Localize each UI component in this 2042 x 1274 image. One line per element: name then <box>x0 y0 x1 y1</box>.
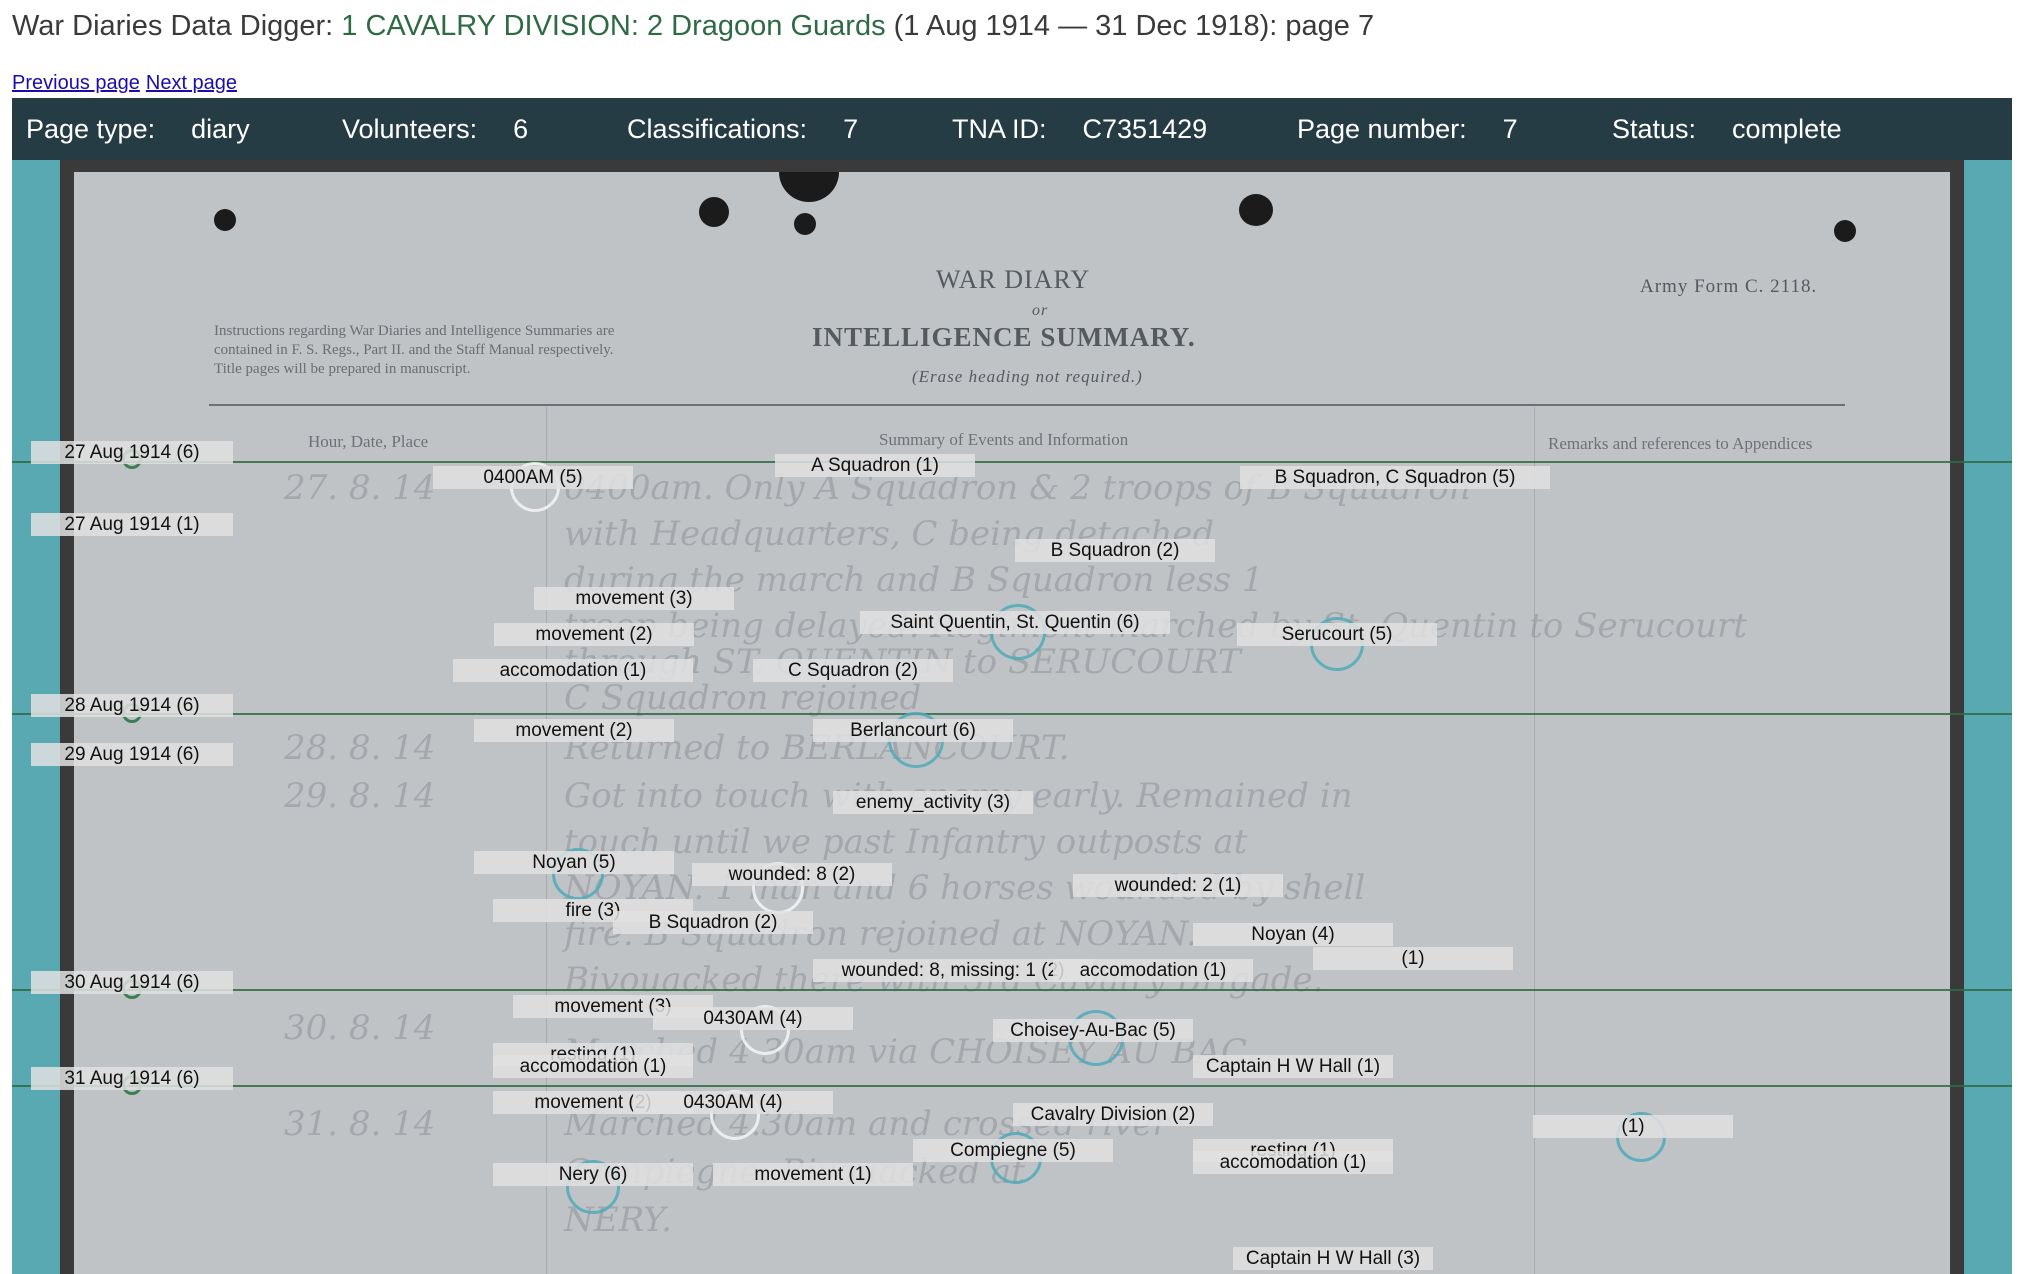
annotation-tag[interactable]: Berlancourt (6) <box>813 719 1013 742</box>
classifications-value: 7 <box>843 114 859 144</box>
annotation-tag[interactable]: wounded: 2 (1) <box>1073 874 1283 897</box>
annotation-tag[interactable]: C Squadron (2) <box>753 659 953 682</box>
title-unit: 1 CAVALRY DIVISION: 2 Dragoon Guards <box>341 10 886 42</box>
column-header-hour: Hour, Date, Place <box>308 432 429 451</box>
annotation-tag[interactable]: Serucourt (5) <box>1237 623 1437 646</box>
date-tag[interactable]: 29 Aug 1914 (6) <box>31 743 233 766</box>
annotation-tag[interactable]: Captain H W Hall (1) <box>1193 1055 1393 1078</box>
handwritten-line: 28. 8. 14 <box>284 728 436 768</box>
status-label: Status: <box>1612 114 1697 144</box>
annotation-tag[interactable]: B Squadron (2) <box>613 911 813 934</box>
volunteers-label: Volunteers: <box>342 114 478 144</box>
date-tag[interactable]: 27 Aug 1914 (6) <box>31 441 233 464</box>
annotation-tag[interactable]: 0430AM (4) <box>653 1007 853 1030</box>
volunteers-value: 6 <box>513 114 529 144</box>
page-number-label: Page number: <box>1297 114 1467 144</box>
annotation-tag[interactable]: Cavalry Division (2) <box>1013 1103 1213 1126</box>
annotation-tag[interactable]: Noyan (4) <box>1193 923 1393 946</box>
handwritten-line: 31. 8. 14 <box>284 1104 436 1144</box>
date-tag[interactable]: 27 Aug 1914 (1) <box>31 513 233 536</box>
tna-id-value: C7351429 <box>1082 114 1208 144</box>
annotation-tag[interactable]: movement (2) <box>494 623 694 646</box>
annotation-tag[interactable]: B Squadron (2) <box>1015 539 1215 562</box>
classifications-info: Classifications: 7 <box>627 114 858 145</box>
column-divider <box>1534 407 1535 1274</box>
annotation-tag[interactable]: movement (3) <box>534 587 734 610</box>
page-type-info: Page type: diary <box>26 114 250 145</box>
annotation-tag[interactable]: Captain H W Hall (3) <box>1233 1247 1433 1270</box>
date-row-line <box>12 989 2012 991</box>
title-suffix: (1 Aug 1914 — 31 Dec 1918): page 7 <box>885 10 1375 42</box>
column-header-remarks: Remarks and references to Appendices <box>1548 434 1813 453</box>
annotation-tag[interactable]: 0400AM (5) <box>433 466 633 489</box>
annotation-tag[interactable]: accomodation (1) <box>1053 959 1253 982</box>
page-info-bar: Page type: diary Volunteers: 6 Classificat… <box>12 98 2012 160</box>
date-tag[interactable]: 31 Aug 1914 (6) <box>31 1067 233 1090</box>
annotation-tag[interactable]: 0430AM (4) <box>633 1091 833 1114</box>
page-number-value: 7 <box>1502 114 1518 144</box>
date-tag[interactable]: 30 Aug 1914 (6) <box>31 971 233 994</box>
column-divider <box>546 407 547 1274</box>
column-header-summary: Summary of Events and Information <box>879 430 1129 449</box>
annotation-tag[interactable]: accomodation (1) <box>1193 1151 1393 1174</box>
date-row-line <box>12 713 2012 715</box>
page-number-info: Page number: 7 <box>1297 114 1518 145</box>
scan-frame: WAR DIARY or INTELLIGENCE SUMMARY. (Eras… <box>60 160 1964 1274</box>
annotation-tag[interactable]: movement (2) <box>474 719 674 742</box>
date-row-line <box>12 461 2012 463</box>
annotation-tag[interactable]: Saint Quentin, St. Quentin (6) <box>860 611 1170 634</box>
annotation-tag[interactable]: Noyan (5) <box>474 851 674 874</box>
punch-hole <box>699 197 729 227</box>
annotation-tag[interactable]: wounded: 8 (2) <box>692 863 892 886</box>
handwritten-line: 27. 8. 14 <box>284 468 436 508</box>
next-page-link[interactable]: Next page <box>146 72 237 94</box>
handwritten-line: 30. 8. 14 <box>284 1008 436 1048</box>
annotation-tag[interactable]: Compiegne (5) <box>913 1139 1113 1162</box>
tna-id-label: TNA ID: <box>952 114 1047 144</box>
instructions-text: Instructions regarding War Diaries and I… <box>214 323 615 377</box>
or-text: or <box>1032 302 1049 319</box>
annotation-tag[interactable]: enemy_activity (3) <box>833 791 1033 814</box>
annotation-tag[interactable]: Nery (6) <box>493 1163 693 1186</box>
handwritten-line: C Squadron rejoined <box>564 678 922 718</box>
erase-note: (Erase heading not required.) <box>912 367 1143 386</box>
volunteers-info: Volunteers: 6 <box>342 114 528 145</box>
previous-page-link[interactable]: Previous page <box>12 72 140 94</box>
annotation-tag[interactable]: B Squadron, C Squadron (5) <box>1240 466 1550 489</box>
punch-hole <box>1834 220 1856 242</box>
classifications-label: Classifications: <box>627 114 808 144</box>
status-value: complete <box>1732 114 1842 144</box>
header-rule <box>209 404 1845 406</box>
annotation-tag[interactable]: Choisey-Au-Bac (5) <box>993 1019 1193 1042</box>
annotation-tag[interactable]: wounded: 8, missing: 1 (2) <box>813 959 1093 982</box>
title-prefix: War Diaries Data Digger: <box>12 10 342 42</box>
document-viewer[interactable]: WAR DIARY or INTELLIGENCE SUMMARY. (Eras… <box>12 160 2012 1274</box>
date-tag[interactable]: 28 Aug 1914 (6) <box>31 694 233 717</box>
punch-hole <box>214 209 236 231</box>
annotation-tag[interactable]: accomodation (1) <box>453 659 693 682</box>
page-title: War Diaries Data Digger: 1 CAVALRY DIVIS… <box>12 10 1374 43</box>
punch-hole <box>779 172 839 202</box>
tna-id-info: TNA ID: C7351429 <box>952 114 1207 145</box>
page-navigation: Previous page Next page <box>12 72 243 95</box>
page-type-value: diary <box>191 114 250 144</box>
annotation-tag[interactable]: A Squadron (1) <box>775 454 975 477</box>
punch-hole <box>1239 194 1273 226</box>
punch-hole <box>794 213 816 235</box>
annotation-tag[interactable]: (1) <box>1533 1115 1733 1138</box>
annotation-tag[interactable]: accomodation (1) <box>493 1055 693 1078</box>
annotation-tag[interactable]: movement (1) <box>713 1163 913 1186</box>
handwritten-line: 29. 8. 14 <box>284 776 436 816</box>
war-diary-heading: WAR DIARY <box>936 265 1091 294</box>
status-info: Status: complete <box>1612 114 1842 145</box>
intelligence-summary-heading: INTELLIGENCE SUMMARY. <box>812 322 1196 352</box>
army-form-number: Army Form C. 2118. <box>1640 276 1818 297</box>
annotation-tag[interactable]: (1) <box>1313 947 1513 970</box>
date-row-line <box>12 1085 2012 1087</box>
page-type-label: Page type: <box>26 114 156 144</box>
